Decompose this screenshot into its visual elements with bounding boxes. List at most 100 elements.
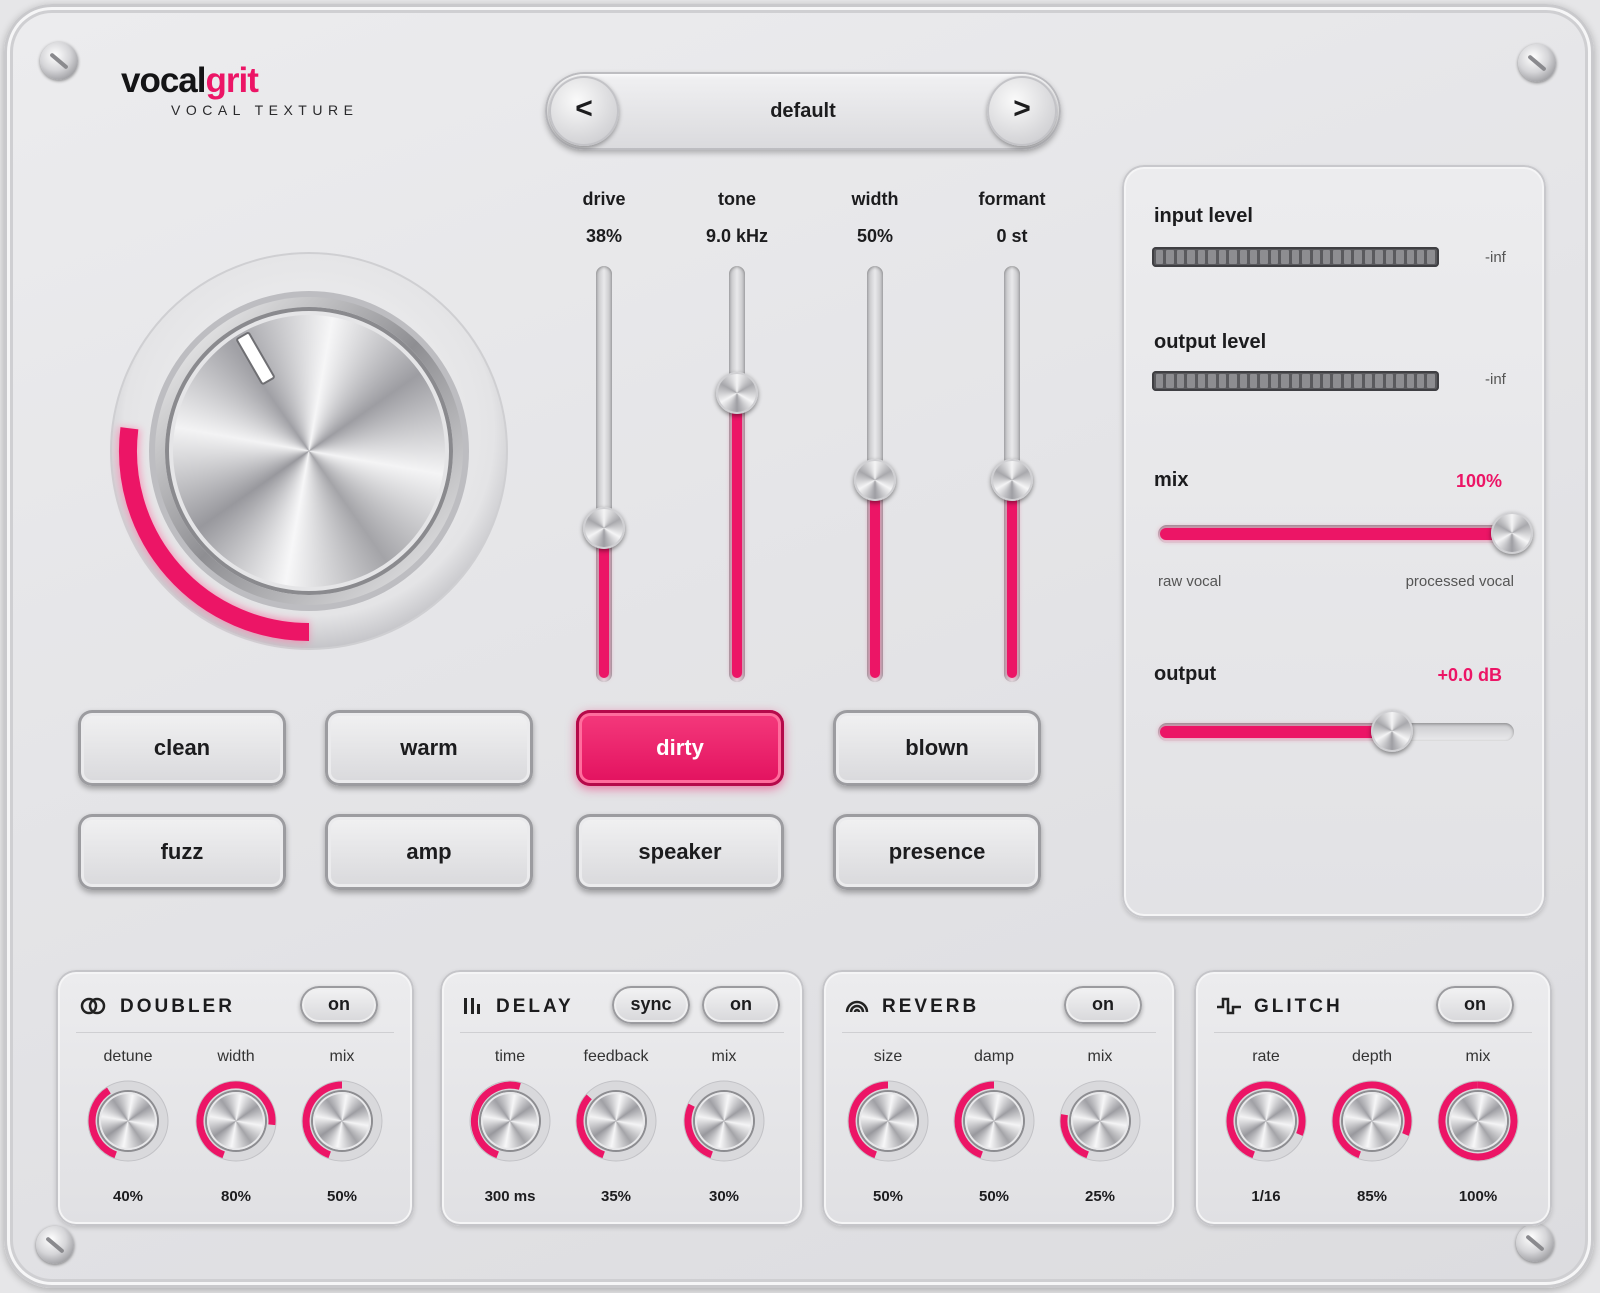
levels-panel: input level -inf output level -inf mix 1… — [1122, 165, 1546, 918]
width-fader[interactable] — [854, 266, 896, 682]
doubler-on-button[interactable]: on — [300, 986, 378, 1024]
pulse-icon — [1217, 997, 1241, 1015]
mode-clean-button[interactable]: clean — [78, 710, 286, 786]
formant-fader-value: 0 st — [996, 226, 1028, 246]
width-fader-fill — [870, 480, 880, 678]
formant-fader-thumb[interactable] — [991, 459, 1033, 501]
reverb-damp-value: 50% — [978, 1188, 1010, 1205]
mode-blown-button[interactable]: blown — [833, 710, 1041, 786]
output-gain-slider[interactable] — [1158, 710, 1514, 752]
drive-fader-value: 38% — [585, 226, 623, 246]
drive-fader-thumb[interactable] — [583, 507, 625, 549]
mode-dirty-button[interactable]: dirty — [576, 710, 784, 786]
mode-amp-button[interactable]: amp — [325, 814, 533, 890]
delay-title: DELAY — [496, 996, 574, 1017]
glitch-rate-value: 1/16 — [1251, 1188, 1281, 1205]
glitch-on-button[interactable]: on — [1436, 986, 1514, 1024]
drive-fader-fill — [599, 528, 609, 678]
divider — [1214, 1032, 1532, 1033]
doubler-detune-label: detune — [103, 1048, 153, 1065]
mix-label: mix — [1154, 469, 1189, 491]
rings-icon — [80, 997, 106, 1015]
glitch-depth-knob[interactable] — [1327, 1076, 1417, 1166]
glitch-rate-label: rate — [1252, 1048, 1280, 1065]
input-level-meter — [1152, 247, 1439, 267]
doubler-width-knob[interactable] — [191, 1076, 281, 1166]
doubler-detune-knob[interactable] — [83, 1076, 173, 1166]
bars-icon — [464, 998, 480, 1014]
reverb-title: REVERB — [882, 996, 980, 1017]
brand-name-part1: vocal — [121, 61, 206, 100]
delay-mix-value: 30% — [708, 1188, 740, 1205]
mix-slider-thumb[interactable] — [1491, 512, 1533, 554]
doubler-mix-value: 50% — [326, 1188, 358, 1205]
mix-right-label: processed vocal — [1405, 573, 1514, 590]
delay-time-knob[interactable] — [465, 1076, 555, 1166]
tone-fader-label: tone — [718, 189, 756, 209]
screw-icon — [1518, 44, 1556, 82]
reverb-size-label: size — [873, 1048, 903, 1065]
output-level-meter — [1152, 371, 1439, 391]
formant-fader-fill — [1007, 480, 1017, 678]
mode-speaker-button[interactable]: speaker — [576, 814, 784, 890]
doubler-mix-label: mix — [329, 1048, 355, 1065]
output-slider-fill — [1160, 726, 1392, 738]
reverb-mix-knob[interactable] — [1055, 1076, 1145, 1166]
drive-main-knob[interactable] — [104, 246, 514, 656]
doubler-title: DOUBLER — [120, 996, 235, 1017]
delay-time-label: time — [494, 1048, 526, 1065]
output-level-value: -inf — [1485, 371, 1506, 388]
drive-fader[interactable] — [583, 266, 625, 682]
doubler-mix-knob[interactable] — [297, 1076, 387, 1166]
brand-subtitle: VOCAL TEXTURE — [171, 102, 359, 118]
mode-presence-button[interactable]: presence — [833, 814, 1041, 890]
mix-slider[interactable] — [1158, 512, 1533, 554]
reverb-size-knob[interactable] — [843, 1076, 933, 1166]
doubler-width-label: width — [217, 1048, 255, 1065]
brand-name-part2: grit — [205, 61, 259, 100]
output-slider-thumb[interactable] — [1371, 710, 1413, 752]
reverb-module: REVERB on size 50% damp 50% mix 25% — [822, 970, 1176, 1226]
mode-fuzz-button[interactable]: fuzz — [78, 814, 286, 890]
reverb-on-button[interactable]: on — [1064, 986, 1142, 1024]
width-fader-value: 50% — [856, 226, 894, 246]
screw-icon — [1516, 1224, 1554, 1262]
delay-on-button[interactable]: on — [702, 986, 780, 1024]
divider — [76, 1032, 394, 1033]
mix-left-label: raw vocal — [1158, 573, 1222, 590]
preset-name[interactable]: default — [625, 72, 981, 150]
glitch-rate-knob[interactable] — [1221, 1076, 1311, 1166]
delay-feedback-knob[interactable] — [571, 1076, 661, 1166]
delay-feedback-value: 35% — [600, 1188, 632, 1205]
delay-feedback-label: feedback — [583, 1048, 649, 1065]
output-label: output — [1154, 663, 1217, 685]
formant-fader[interactable] — [991, 266, 1033, 682]
doubler-module: DOUBLER on detune 40% width 80% mix 50% — [56, 970, 414, 1226]
delay-sync-button[interactable]: sync — [612, 986, 690, 1024]
delay-mix-knob[interactable] — [679, 1076, 769, 1166]
reverb-mix-value: 25% — [1084, 1188, 1116, 1205]
glitch-depth-value: 85% — [1356, 1188, 1388, 1205]
preset-prev-button[interactable]: < — [549, 76, 619, 146]
delay-time-value: 300 ms — [484, 1188, 536, 1205]
tone-fader-thumb[interactable] — [716, 372, 758, 414]
tone-fader[interactable] — [716, 266, 758, 682]
mix-slider-fill — [1160, 528, 1512, 540]
reverb-mix-label: mix — [1087, 1048, 1113, 1065]
reverb-damp-knob[interactable] — [949, 1076, 1039, 1166]
width-fader-thumb[interactable] — [854, 459, 896, 501]
reverb-damp-label: damp — [973, 1048, 1015, 1065]
glitch-mix-knob[interactable] — [1433, 1076, 1523, 1166]
glitch-title: GLITCH — [1254, 996, 1343, 1017]
plugin-window: vocalgrit VOCAL TEXTURE < default > driv… — [4, 4, 1594, 1288]
tone-fader-value: 9.0 kHz — [705, 226, 769, 246]
preset-next-button[interactable]: > — [987, 76, 1057, 146]
input-level-label: input level — [1154, 205, 1253, 227]
mode-warm-button[interactable]: warm — [325, 710, 533, 786]
mix-value: 100% — [1455, 471, 1502, 491]
delay-module: DELAY sync on time 300 ms feedback 35% mix 30… — [440, 970, 804, 1226]
divider — [842, 1032, 1156, 1033]
glitch-depth-label: depth — [1351, 1048, 1393, 1065]
glitch-mix-value: 100% — [1458, 1188, 1498, 1205]
tone-fader-fill — [732, 393, 742, 678]
